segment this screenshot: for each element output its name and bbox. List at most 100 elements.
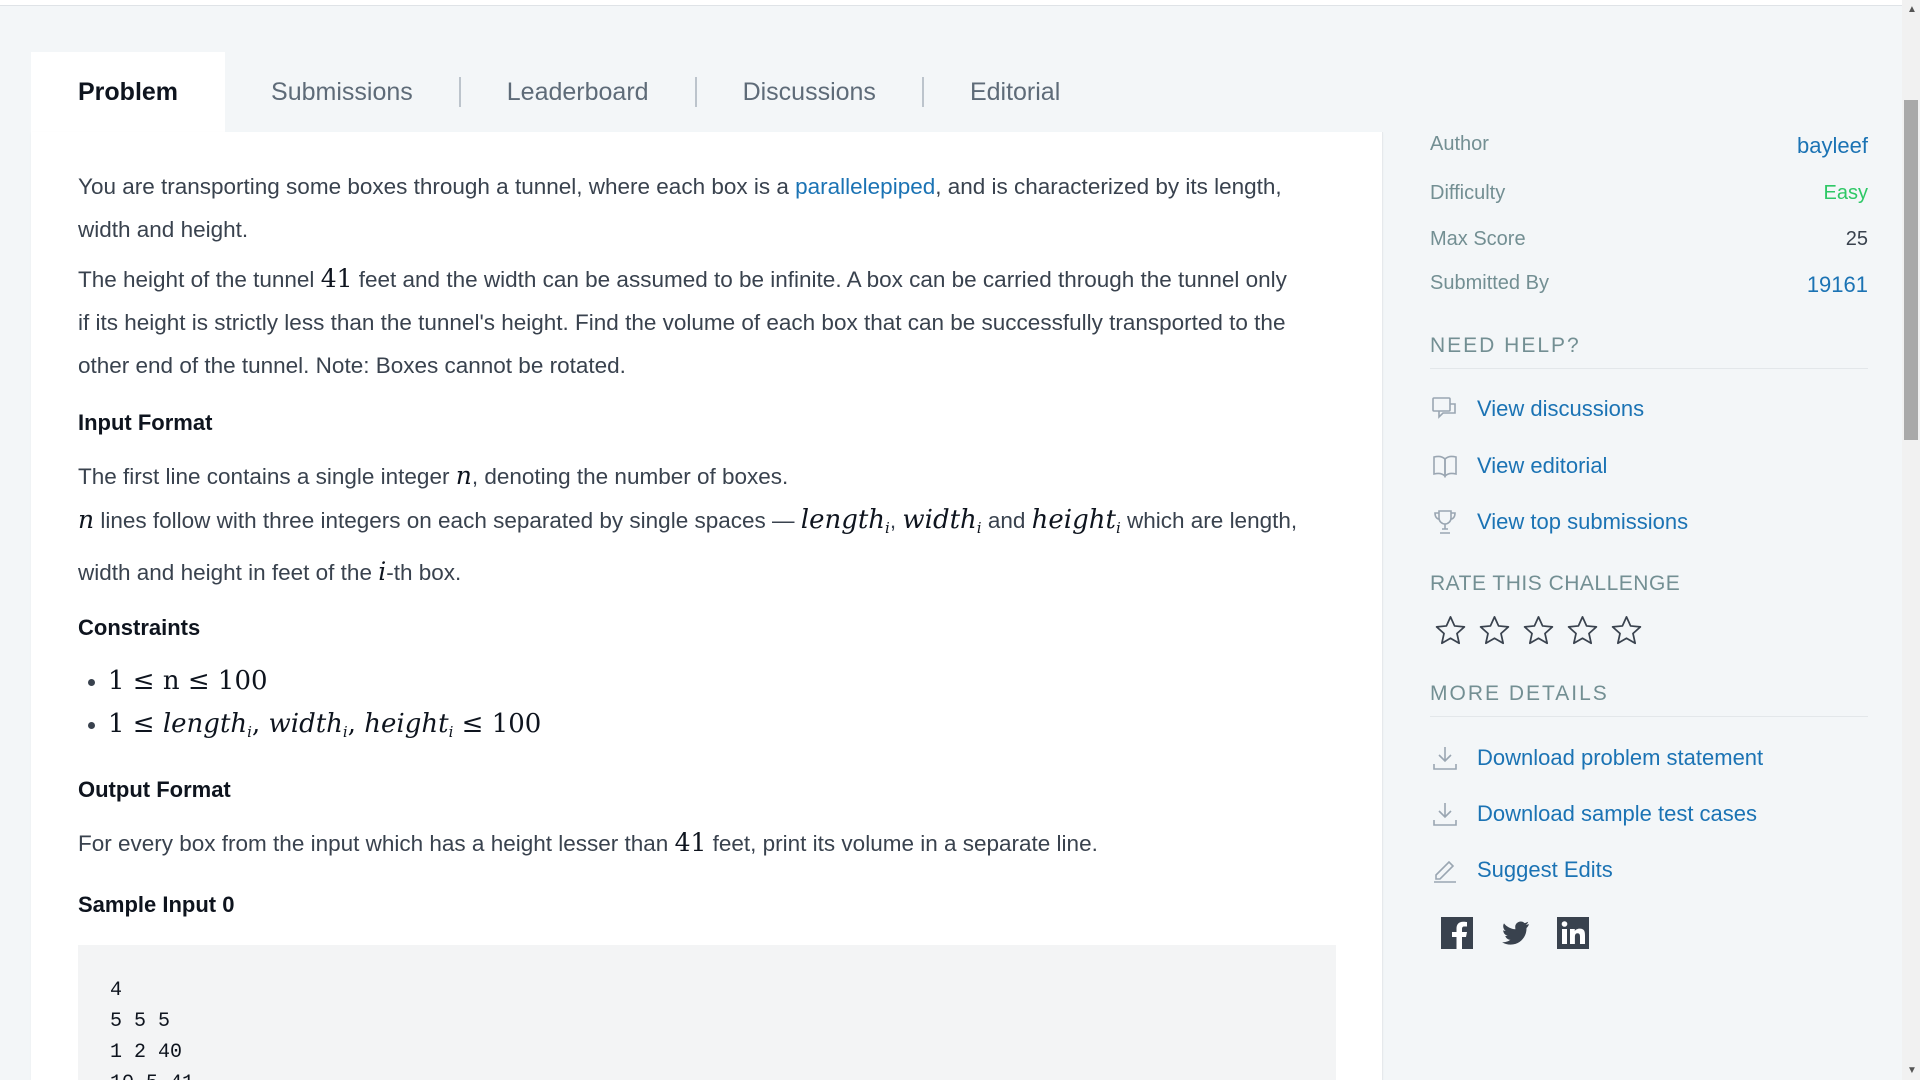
rating-stars (1434, 614, 1654, 647)
code-line: 10 5 41 (110, 1068, 1304, 1080)
output-format-text: For every box from the input which has a… (78, 821, 1368, 865)
author-label: Author (1430, 133, 1489, 155)
constraint-text-2: ≤ 100 (453, 709, 542, 739)
download-statement-link[interactable]: Download problem statement (1430, 743, 1763, 773)
math-n: n (455, 461, 472, 490)
max-score-label: Max Score (1430, 228, 1526, 250)
tab-submissions[interactable]: Submissions (225, 52, 459, 132)
tab-label: Editorial (969, 77, 1061, 106)
tab-problem[interactable]: Problem (31, 52, 226, 132)
more-details-title: MORE DETAILS (1430, 682, 1609, 705)
math-height: height (1031, 505, 1116, 535)
download-tests-link[interactable]: Download sample test cases (1430, 799, 1757, 829)
view-top-submissions-link[interactable]: View top submissions (1430, 507, 1688, 537)
tab-label: Leaderboard (506, 77, 649, 106)
need-help-title: NEED HELP? (1430, 334, 1581, 357)
parallelepiped-link[interactable]: parallelepiped (795, 174, 935, 199)
facebook-icon[interactable] (1440, 916, 1474, 950)
discussions-icon (1430, 394, 1460, 424)
problem-statement-card: You are transporting some boxes through … (31, 132, 1383, 1080)
math-comma: , (347, 709, 365, 739)
page-scrollbar[interactable]: ▲ ▼ (1902, 0, 1920, 1080)
constraint-text: 1 ≤ (108, 709, 163, 739)
download-icon (1430, 743, 1460, 773)
code-line: 5 5 5 (110, 1010, 171, 1033)
constraint-item: 1 ≤ lengthi, widthi, heighti ≤ 100 (78, 703, 1368, 754)
tunnel-text-2: feet and the width can be assumed to be … (352, 267, 1287, 292)
tab-label: Discussions (742, 77, 876, 106)
star-icon[interactable] (1610, 614, 1643, 647)
math-length: length (162, 709, 248, 739)
intro-text-2: , and is characterized by its length, (935, 174, 1282, 199)
scroll-up-arrow-icon[interactable]: ▲ (1907, 4, 1917, 15)
tab-leaderboard[interactable]: Leaderboard (461, 52, 695, 132)
tunnel-height-value: 41 (320, 264, 353, 293)
math-length: length (800, 505, 886, 535)
input-text-2: , denoting the number of boxes. (471, 464, 789, 489)
twitter-icon[interactable] (1498, 916, 1532, 950)
constraint-item: 1 ≤ n ≤ 100 (78, 660, 1368, 703)
constraint-text: 1 ≤ n ≤ 100 (108, 666, 268, 696)
section-divider (1430, 716, 1868, 717)
math-comma: , (251, 709, 269, 739)
help-label: Download problem statement (1477, 745, 1764, 770)
scroll-down-arrow-icon[interactable]: ▼ (1907, 1065, 1917, 1076)
input-text-7: -th box. (386, 560, 462, 585)
view-editorial-link[interactable]: View editorial (1430, 451, 1607, 481)
author-link[interactable]: bayleef (1797, 133, 1868, 159)
tab-editorial[interactable]: Editorial (924, 52, 1106, 132)
math-height: height (364, 709, 449, 739)
math-width: width (902, 505, 977, 535)
submitted-by-row: Submitted By 19161 (1430, 272, 1868, 298)
output-height-value: 41 (674, 828, 707, 857)
tab-discussions[interactable]: Discussions (697, 52, 922, 132)
input-text-3: lines follow with three integers on each… (94, 508, 801, 533)
max-score-value: 25 (1845, 228, 1868, 250)
view-discussions-link[interactable]: View discussions (1430, 394, 1644, 424)
intro-text-3: width and height. (78, 217, 249, 242)
submitted-by-label: Submitted By (1430, 272, 1549, 294)
submitted-by-link[interactable]: 19161 (1807, 272, 1868, 298)
difficulty-row: Difficulty Easy (1430, 182, 1868, 205)
linkedin-icon[interactable] (1556, 916, 1590, 950)
star-icon[interactable] (1478, 614, 1511, 647)
social-share (1440, 916, 1614, 950)
code-line: 4 (110, 979, 123, 1002)
sample-input-heading: Sample Input 0 (78, 892, 235, 917)
constraints-list: 1 ≤ n ≤ 100 1 ≤ lengthi, widthi, heighti… (78, 660, 1368, 754)
star-icon[interactable] (1522, 614, 1555, 647)
input-text-5: which are length, (1120, 508, 1298, 533)
star-icon[interactable] (1434, 614, 1467, 647)
intro-text: You are transporting some boxes through … (78, 174, 796, 199)
input-text-6: width and height in feet of the (78, 560, 379, 585)
pencil-icon (1430, 855, 1460, 885)
input-format-heading: Input Format (78, 410, 213, 435)
math-n: n (78, 505, 95, 534)
help-label: View editorial (1477, 453, 1608, 478)
code-line: 1 2 40 (110, 1041, 183, 1064)
output-text: For every box from the input which has a… (78, 831, 675, 856)
scroll-thumb[interactable] (1904, 100, 1918, 440)
input-format-text: The first line contains a single integer… (78, 454, 1368, 594)
help-label: View top submissions (1477, 509, 1689, 534)
star-icon[interactable] (1566, 614, 1599, 647)
difficulty-label: Difficulty (1430, 182, 1506, 204)
output-format-heading: Output Format (78, 777, 231, 802)
output-text-2: feet, print its volume in a separate lin… (706, 831, 1098, 856)
input-text-4: and (981, 508, 1032, 533)
tunnel-paragraph: The height of the tunnel 41 feet and the… (78, 257, 1368, 387)
intro-paragraph: You are transporting some boxes through … (78, 165, 1368, 251)
author-row: Author bayleef (1430, 133, 1868, 159)
section-divider (1430, 368, 1868, 369)
challenge-tabs: Problem Submissions Leaderboard Discussi… (31, 52, 1106, 132)
math-width: width (268, 709, 343, 739)
max-score-row: Max Score 25 (1430, 228, 1868, 251)
constraints-heading: Constraints (78, 615, 201, 640)
download-icon (1430, 799, 1460, 829)
rate-challenge-title: RATE THIS CHALLENGE (1430, 572, 1681, 595)
help-label: Download sample test cases (1477, 801, 1758, 826)
suggest-edits-link[interactable]: Suggest Edits (1430, 855, 1613, 885)
tunnel-text: The height of the tunnel (78, 267, 321, 292)
difficulty-value: Easy (1823, 182, 1868, 204)
book-icon (1430, 451, 1460, 481)
